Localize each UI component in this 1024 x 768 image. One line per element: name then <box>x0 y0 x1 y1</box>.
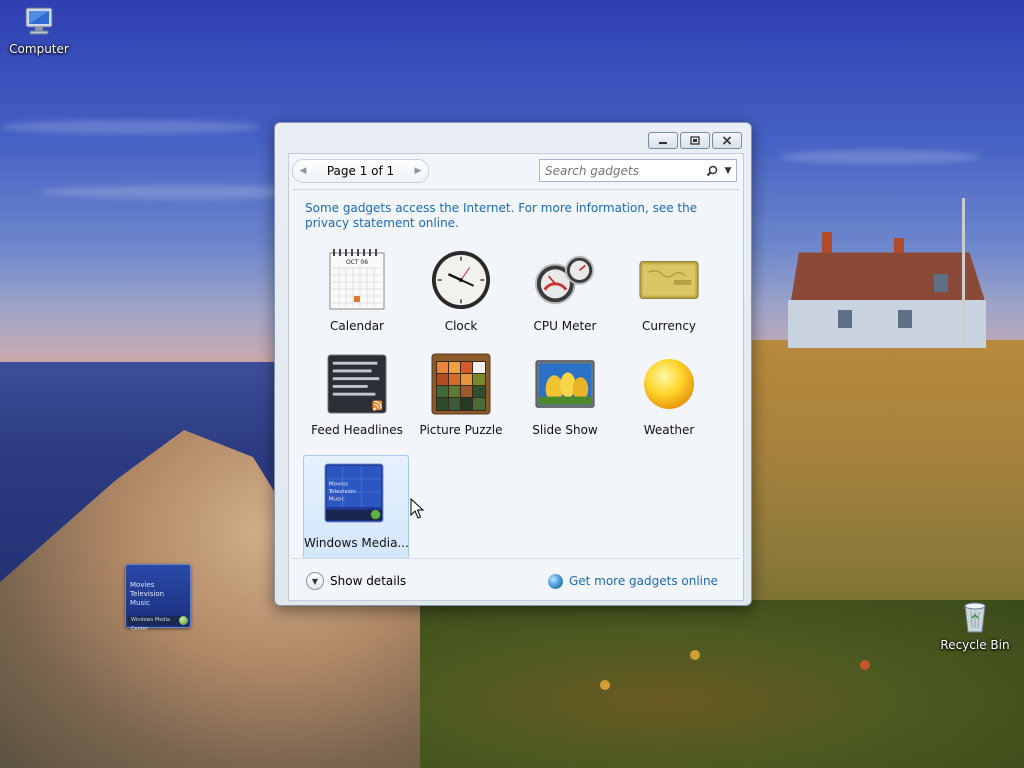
gadget-label: Calendar <box>330 319 384 333</box>
top-divider <box>292 189 740 190</box>
show-details-label: Show details <box>330 574 407 588</box>
gadget-label: Clock <box>444 319 478 333</box>
gadget-tile-cpu-meter[interactable]: CPU Meter <box>513 247 617 349</box>
desktop-icon-computer[interactable]: Computer <box>3 6 75 56</box>
wallpaper-flower <box>860 660 870 670</box>
gadget-label: CPU Meter <box>533 319 597 333</box>
desktop-icon-label: Computer <box>9 42 69 56</box>
picture-puzzle-icon <box>431 353 491 415</box>
privacy-info-link[interactable]: Some gadgets access the Internet. For mo… <box>305 201 705 231</box>
gadget-label: Slide Show <box>532 423 598 437</box>
gadget-label: Currency <box>641 319 697 333</box>
gallery-content: ◀ Page 1 of 1 ▶ ▼ Some gadgets access th… <box>288 153 744 601</box>
next-page-button[interactable]: ▶ <box>408 161 428 181</box>
feed-headlines-icon <box>327 353 387 415</box>
restore-button[interactable] <box>680 132 710 149</box>
get-more-gadgets-label: Get more gadgets online <box>568 574 718 588</box>
media-menu-item: Movies <box>329 482 349 488</box>
search-button[interactable] <box>704 163 720 179</box>
chevron-down-icon: ▼ <box>724 165 732 176</box>
recycle-bin-icon <box>964 602 986 633</box>
page-navigator: ◀ Page 1 of 1 ▶ <box>292 159 429 183</box>
gadget-gallery-window: ◀ Page 1 of 1 ▶ ▼ Some gadgets access th… <box>274 122 752 606</box>
desktop-icon-label: Recycle Bin <box>940 638 1010 652</box>
gadget-label: Feed Headlines <box>311 423 403 437</box>
close-icon <box>722 136 732 145</box>
triangle-right-icon: ▶ <box>414 166 422 176</box>
wallpaper-cloud <box>0 120 260 134</box>
previous-page-button[interactable]: ◀ <box>293 161 313 181</box>
media-menu-item: Television <box>328 489 357 495</box>
gallery-footer: ▼ Show details Get more gadgets online <box>292 569 740 593</box>
restore-icon <box>690 136 700 145</box>
minimize-button[interactable] <box>648 132 678 149</box>
windows-media-center-icon: Movies Television Music <box>324 462 384 524</box>
gadget-tile-slide-show[interactable]: Slide Show <box>513 351 617 453</box>
gadget-tile-clock[interactable]: Clock <box>409 247 513 349</box>
media-menu-item: Music <box>329 497 345 503</box>
gadget-tile-picture-puzzle[interactable]: Picture Puzzle <box>409 351 513 453</box>
weather-icon <box>639 353 699 415</box>
wallpaper-foliage <box>420 600 1024 768</box>
wallpaper-flower <box>690 650 700 660</box>
gadget-tile-weather[interactable]: Weather <box>617 351 721 453</box>
cpu-meter-icon <box>535 249 595 311</box>
search-input[interactable] <box>540 162 704 179</box>
computer-icon <box>25 7 53 35</box>
bottom-divider <box>292 558 740 559</box>
search-box: ▼ <box>539 159 737 182</box>
window-controls <box>648 132 742 149</box>
wallpaper-flagpole <box>962 198 965 346</box>
chevron-down-icon: ▼ <box>306 572 324 590</box>
search-dropdown-button[interactable]: ▼ <box>720 166 736 176</box>
clock-icon <box>431 249 491 311</box>
gadget-label: Picture Puzzle <box>419 423 503 437</box>
media-menu-item: Movies <box>130 581 155 589</box>
page-indicator: Page 1 of 1 <box>326 164 395 178</box>
gadget-label: Windows Media... <box>304 536 408 550</box>
triangle-left-icon: ◀ <box>299 166 307 176</box>
media-menu-item: Television <box>130 590 165 598</box>
desktop-icon-recycle-bin[interactable]: Recycle Bin <box>939 600 1011 652</box>
wallpaper-flower <box>600 680 610 690</box>
minimize-icon <box>659 141 667 144</box>
close-button[interactable] <box>712 132 742 149</box>
calendar-icon: OCT 06 <box>327 249 387 311</box>
gadget-label: Weather <box>643 423 695 437</box>
media-menu-item: Music <box>130 599 150 607</box>
slide-show-icon <box>535 353 595 415</box>
show-details-button[interactable]: ▼ Show details <box>306 572 406 590</box>
search-icon <box>706 165 718 176</box>
mouse-cursor-icon <box>410 498 424 519</box>
desktop-media-center-gadget[interactable]: Movies Television Music Windows Media Ce… <box>125 564 191 632</box>
wallpaper-house <box>778 232 986 348</box>
gadget-tile-feed-headlines[interactable]: Feed Headlines <box>305 351 409 453</box>
gadget-tile-calendar[interactable]: OCT 06 Calendar <box>305 247 409 349</box>
gadget-tile-windows-media-center[interactable]: Movies Television Music Windows Media... <box>303 455 409 559</box>
gadget-tile-currency[interactable]: Currency <box>617 247 721 349</box>
calendar-month-text: OCT 06 <box>346 259 368 266</box>
wallpaper-cloud <box>780 150 980 164</box>
globe-icon <box>547 573 563 589</box>
get-more-gadgets-link[interactable]: Get more gadgets online <box>547 573 718 589</box>
currency-icon <box>639 249 699 311</box>
media-center-orb-icon <box>179 616 188 625</box>
